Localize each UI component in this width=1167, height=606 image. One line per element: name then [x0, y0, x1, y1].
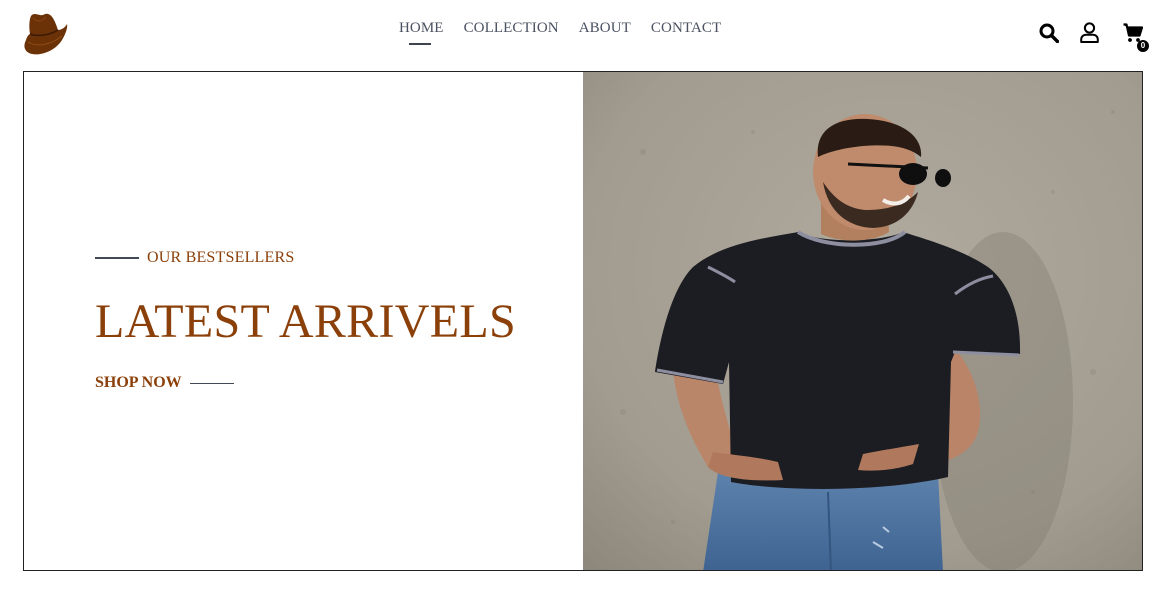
account-button[interactable]	[1080, 22, 1099, 48]
cowboy-hat-icon	[24, 13, 68, 55]
hero-image	[583, 72, 1142, 570]
shop-now-label: SHOP NOW	[95, 374, 182, 391]
nav-about-label: ABOUT	[578, 20, 631, 36]
eyebrow-text: OUR BESTSELLERS	[147, 249, 295, 266]
hero-photo	[583, 72, 1142, 570]
active-nav-indicator	[409, 43, 431, 45]
hero-title: LATEST ARRIVELS	[95, 295, 516, 348]
nav-contact[interactable]: CONTACT	[651, 20, 721, 37]
nav-home-label: HOME	[399, 20, 444, 36]
nav-contact-label: CONTACT	[650, 20, 722, 36]
nav-about[interactable]: ABOUT	[579, 20, 631, 37]
user-icon	[1080, 22, 1099, 43]
eyebrow-divider	[95, 257, 139, 259]
cta-divider	[189, 382, 234, 384]
nav-collection-label: COLLECTION	[463, 20, 559, 36]
cart-button[interactable]: 0	[1123, 22, 1149, 52]
header-actions: 0	[1039, 22, 1149, 52]
search-button[interactable]	[1039, 23, 1060, 48]
nav-home[interactable]: HOME	[399, 20, 444, 45]
cart-count-badge: 0	[1137, 39, 1149, 52]
main-nav: HOME COLLECTION ABOUT CONTACT	[399, 20, 721, 45]
search-icon	[1039, 23, 1060, 43]
hero-eyebrow: OUR BESTSELLERS	[95, 249, 294, 267]
hero-banner: OUR BESTSELLERS LATEST ARRIVELS SHOP NOW	[23, 71, 1143, 571]
hero-text-panel: OUR BESTSELLERS LATEST ARRIVELS SHOP NOW	[24, 72, 583, 570]
shop-now-link[interactable]: SHOP NOW	[95, 374, 234, 392]
logo[interactable]	[20, 10, 70, 56]
nav-collection[interactable]: COLLECTION	[464, 20, 559, 37]
